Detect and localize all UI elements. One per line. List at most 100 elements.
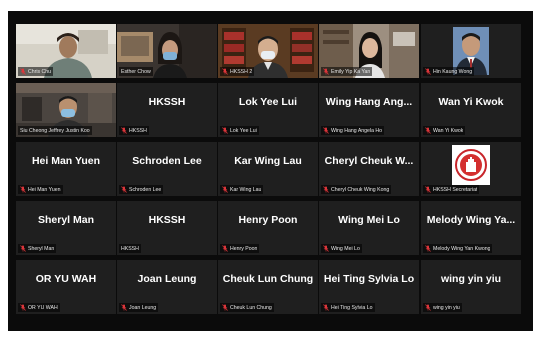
participant-name-label: Kar Wing Lau [230, 186, 262, 193]
muted-mic-icon [121, 127, 127, 134]
muted-mic-icon [425, 68, 431, 75]
muted-mic-icon [222, 127, 228, 134]
participant-name-caption: HKSSH 2 [220, 67, 255, 76]
muted-mic-icon [121, 304, 127, 311]
participant-display-name: Wan Yi Kwok [438, 96, 504, 108]
participant-name-caption: HKSSH Secretariat [423, 185, 480, 194]
muted-mic-icon [425, 186, 431, 193]
participant-name-caption: OR YU WAH [18, 303, 60, 312]
participant-name-caption: Melody Wing Yan Kwong [423, 244, 493, 253]
participant-tile-lok-yee-lui[interactable]: Lok Yee Lui Lok Yee Lui [218, 83, 318, 137]
muted-mic-icon [323, 304, 329, 311]
participant-name-label: HKSSH [121, 245, 139, 252]
participant-name-label: Hin Kaung Wong [433, 68, 473, 75]
muted-mic-icon [121, 186, 127, 193]
participant-display-name: Sheryl Man [37, 214, 95, 226]
participant-name-caption: Lok Yee Lui [220, 126, 259, 135]
participant-name-label: Hei Ting Sylvia Lo [331, 304, 373, 311]
participant-name-caption: Hin Kaung Wong [423, 67, 475, 76]
participant-name-label: wing yin yiu [433, 304, 460, 311]
participant-name-caption: Hei Man Yuen [18, 185, 63, 194]
participant-tile-melody-wing-yan-kwong[interactable]: Melody Wing Ya... Melody Wing Yan Kwong [421, 201, 521, 255]
participant-name-caption: Cheuk Lun Chung [220, 303, 274, 312]
participant-name-caption: Cheryl Cheuk Wing Kong [321, 185, 392, 194]
participant-tile-emily-yip-ka-yan[interactable]: Emily Yip Ka Yan [319, 24, 419, 78]
participant-tile-cheryl-cheuk-wing-kong[interactable]: Cheryl Cheuk W... Cheryl Cheuk Wing Kong [319, 142, 419, 196]
participant-name-label: Schroden Lee [129, 186, 162, 193]
participant-display-name: Henry Poon [238, 214, 298, 226]
participant-tile-hin-kaung-wong[interactable]: Hin Kaung Wong [421, 24, 521, 78]
participant-name-caption: Wing Hang Angela Ho [321, 126, 385, 135]
participant-tile-hkssh-secretariat[interactable]: HKSSH Secretariat [421, 142, 521, 196]
participant-name-caption: Emily Yip Ka Yan [321, 67, 373, 76]
participant-tile-wing-yin-yiu[interactable]: wing yin yiu wing yin yiu [421, 260, 521, 314]
participant-display-name: Hei Man Yuen [31, 155, 101, 167]
participant-tile-wan-yi-kwok[interactable]: Wan Yi Kwok Wan Yi Kwok [421, 83, 521, 137]
participant-name-label: Siu Cheong Jeffrey Justin Koo [20, 127, 90, 134]
muted-mic-icon [222, 68, 228, 75]
participant-tile-henry-poon[interactable]: Henry Poon Henry Poon [218, 201, 318, 255]
participant-name-label: HKSSH Secretariat [433, 186, 478, 193]
participant-display-name: Lok Yee Lui [238, 96, 298, 108]
participant-display-name: OR YU WAH [35, 273, 97, 285]
participant-name-label: Chris Chu [28, 68, 52, 75]
participant-name-caption: wing yin yiu [423, 303, 462, 312]
participant-name-label: Lok Yee Lui [230, 127, 257, 134]
participant-tile-esther-chow[interactable]: Esther Chow [117, 24, 217, 78]
participant-name-caption: Wing Mei Lo [321, 244, 362, 253]
participant-name-label: Hei Man Yuen [28, 186, 61, 193]
muted-mic-icon [222, 245, 228, 252]
participant-tile-hei-man-yuen[interactable]: Hei Man Yuen Hei Man Yuen [16, 142, 116, 196]
muted-mic-icon [222, 304, 228, 311]
participant-name-caption: Siu Cheong Jeffrey Justin Koo [18, 126, 92, 135]
video-gallery: Chris Chu Esther Chow HKSSH 2 Emily Yip … [8, 11, 533, 331]
participant-display-name: HKSSH [148, 214, 186, 226]
participant-tile-wing-hang-angela-ho[interactable]: Wing Hang Ang... Wing Hang Angela Ho [319, 83, 419, 137]
participant-name-label: Wing Mei Lo [331, 245, 360, 252]
participant-display-name: Melody Wing Ya... [426, 214, 516, 226]
muted-mic-icon [20, 68, 26, 75]
participant-name-label: HKSSH [129, 127, 147, 134]
participant-name-caption: HKSSH [119, 244, 141, 253]
participant-tile-kar-wing-lau[interactable]: Kar Wing Lau Kar Wing Lau [218, 142, 318, 196]
participant-name-label: Melody Wing Yan Kwong [433, 245, 491, 252]
participant-display-name: Schroden Lee [132, 155, 202, 167]
muted-mic-icon [323, 245, 329, 252]
participant-tile-cheuk-lun-chung[interactable]: Cheuk Lun Chung Cheuk Lun Chung [218, 260, 318, 314]
participant-name-caption: Kar Wing Lau [220, 185, 264, 194]
participant-name-caption: Chris Chu [18, 67, 54, 76]
muted-mic-icon [323, 68, 329, 75]
participant-tile-hei-ting-sylvia-lo[interactable]: Hei Ting Sylvia Lo Hei Ting Sylvia Lo [319, 260, 419, 314]
participant-tile-siu-cheong-jeffrey-justin-koo[interactable]: Siu Cheong Jeffrey Justin Koo [16, 83, 116, 137]
participant-name-label: Esther Chow [121, 68, 151, 75]
participant-name-label: Joan Leung [129, 304, 157, 311]
muted-mic-icon [425, 304, 431, 311]
participant-name-caption: Joan Leung [119, 303, 159, 312]
participant-name-label: Henry Poon [230, 245, 258, 252]
participant-display-name: Cheryl Cheuk W... [324, 155, 414, 167]
participant-display-name: wing yin yiu [440, 273, 502, 285]
muted-mic-icon [323, 186, 329, 193]
participant-name-label: Sheryl Man [28, 245, 55, 252]
participant-tile-chris-chu[interactable]: Chris Chu [16, 24, 116, 78]
participant-display-name: Joan Leung [137, 273, 197, 285]
participant-tile-hkssh[interactable]: HKSSH HKSSH [117, 201, 217, 255]
participant-tile-joan-leung[interactable]: Joan Leung Joan Leung [117, 260, 217, 314]
participant-name-label: OR YU WAH [28, 304, 58, 311]
participant-name-label: Wing Hang Angela Ho [331, 127, 383, 134]
participant-tile-hkssh[interactable]: HKSSH HKSSH [117, 83, 217, 137]
participant-display-name: Wing Mei Lo [338, 214, 400, 226]
muted-mic-icon [425, 245, 431, 252]
participant-tile-wing-mei-lo[interactable]: Wing Mei Lo Wing Mei Lo [319, 201, 419, 255]
participant-tile-schroden-lee[interactable]: Schroden Lee Schroden Lee [117, 142, 217, 196]
participant-name-label: HKSSH 2 [230, 68, 253, 75]
participant-name-label: Cheryl Cheuk Wing Kong [331, 186, 390, 193]
participant-name-caption: Esther Chow [119, 67, 153, 76]
participant-display-name: Wing Hang Ang... [325, 96, 413, 108]
participant-name-caption: Sheryl Man [18, 244, 57, 253]
participant-tile-sheryl-man[interactable]: Sheryl Man Sheryl Man [16, 201, 116, 255]
participant-name-caption: Wan Yi Kwok [423, 126, 466, 135]
participant-tile-hkssh-2[interactable]: HKSSH 2 [218, 24, 318, 78]
participant-tile-or-yu-wah[interactable]: OR YU WAH OR YU WAH [16, 260, 116, 314]
muted-mic-icon [323, 127, 329, 134]
